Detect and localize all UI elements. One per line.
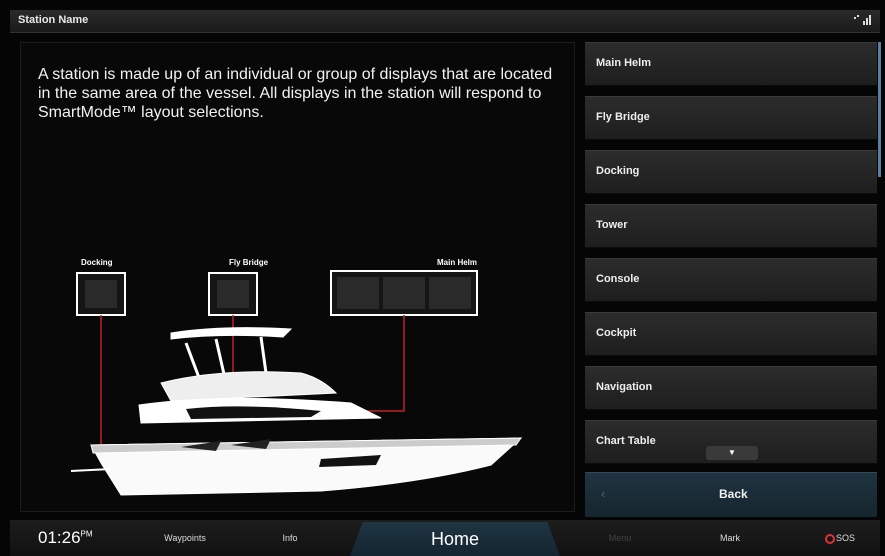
waypoints-button[interactable]: Waypoints [140, 520, 230, 556]
sos-icon [824, 533, 835, 544]
home-button[interactable]: Home [350, 522, 560, 556]
bottom-bar: 01:26PM Waypoints Info Home Menu Mark SO… [10, 520, 880, 556]
fly-bridge-display [208, 272, 258, 316]
clock: 01:26PM [38, 528, 93, 547]
station-menu: Main Helm Fly Bridge Docking Tower Conso… [585, 42, 881, 517]
main-helm-label: Main Helm [437, 258, 477, 267]
docking-display [76, 272, 126, 316]
back-label: Back [719, 487, 748, 501]
menu-item-docking[interactable]: Docking [585, 150, 877, 194]
station-description: A station is made up of an individual or… [38, 66, 553, 121]
menu-item-tower[interactable]: Tower [585, 204, 877, 248]
info-panel: A station is made up of an individual or… [20, 42, 575, 512]
docking-label: Docking [81, 258, 113, 267]
fly-bridge-label: Fly Bridge [229, 258, 269, 267]
chevron-left-icon: ‹ [601, 486, 606, 501]
sos-button[interactable]: SOS [800, 520, 880, 556]
boat-illustration: Docking Fly Bridge Main Helm [70, 258, 523, 496]
signal-icon [854, 13, 872, 28]
scrollbar[interactable] [878, 42, 881, 177]
screen: Station Name A station is made up of an … [0, 0, 885, 556]
back-button[interactable]: ‹ Back [585, 472, 877, 517]
menu-item-main-helm[interactable]: Main Helm [585, 42, 877, 86]
scroll-down-button[interactable]: ▼ [706, 446, 758, 460]
menu-item-console[interactable]: Console [585, 258, 877, 302]
main-helm-display [330, 270, 478, 316]
page-title: Station Name [18, 14, 89, 26]
menu-item-cockpit[interactable]: Cockpit [585, 312, 877, 356]
info-button[interactable]: Info [250, 520, 330, 556]
title-bar: Station Name [10, 10, 880, 33]
menu-item-fly-bridge[interactable]: Fly Bridge [585, 96, 877, 140]
mark-button[interactable]: Mark [690, 520, 770, 556]
menu-item-navigation[interactable]: Navigation [585, 366, 877, 410]
chevron-down-icon: ▼ [728, 448, 736, 457]
menu-button[interactable]: Menu [580, 520, 660, 556]
